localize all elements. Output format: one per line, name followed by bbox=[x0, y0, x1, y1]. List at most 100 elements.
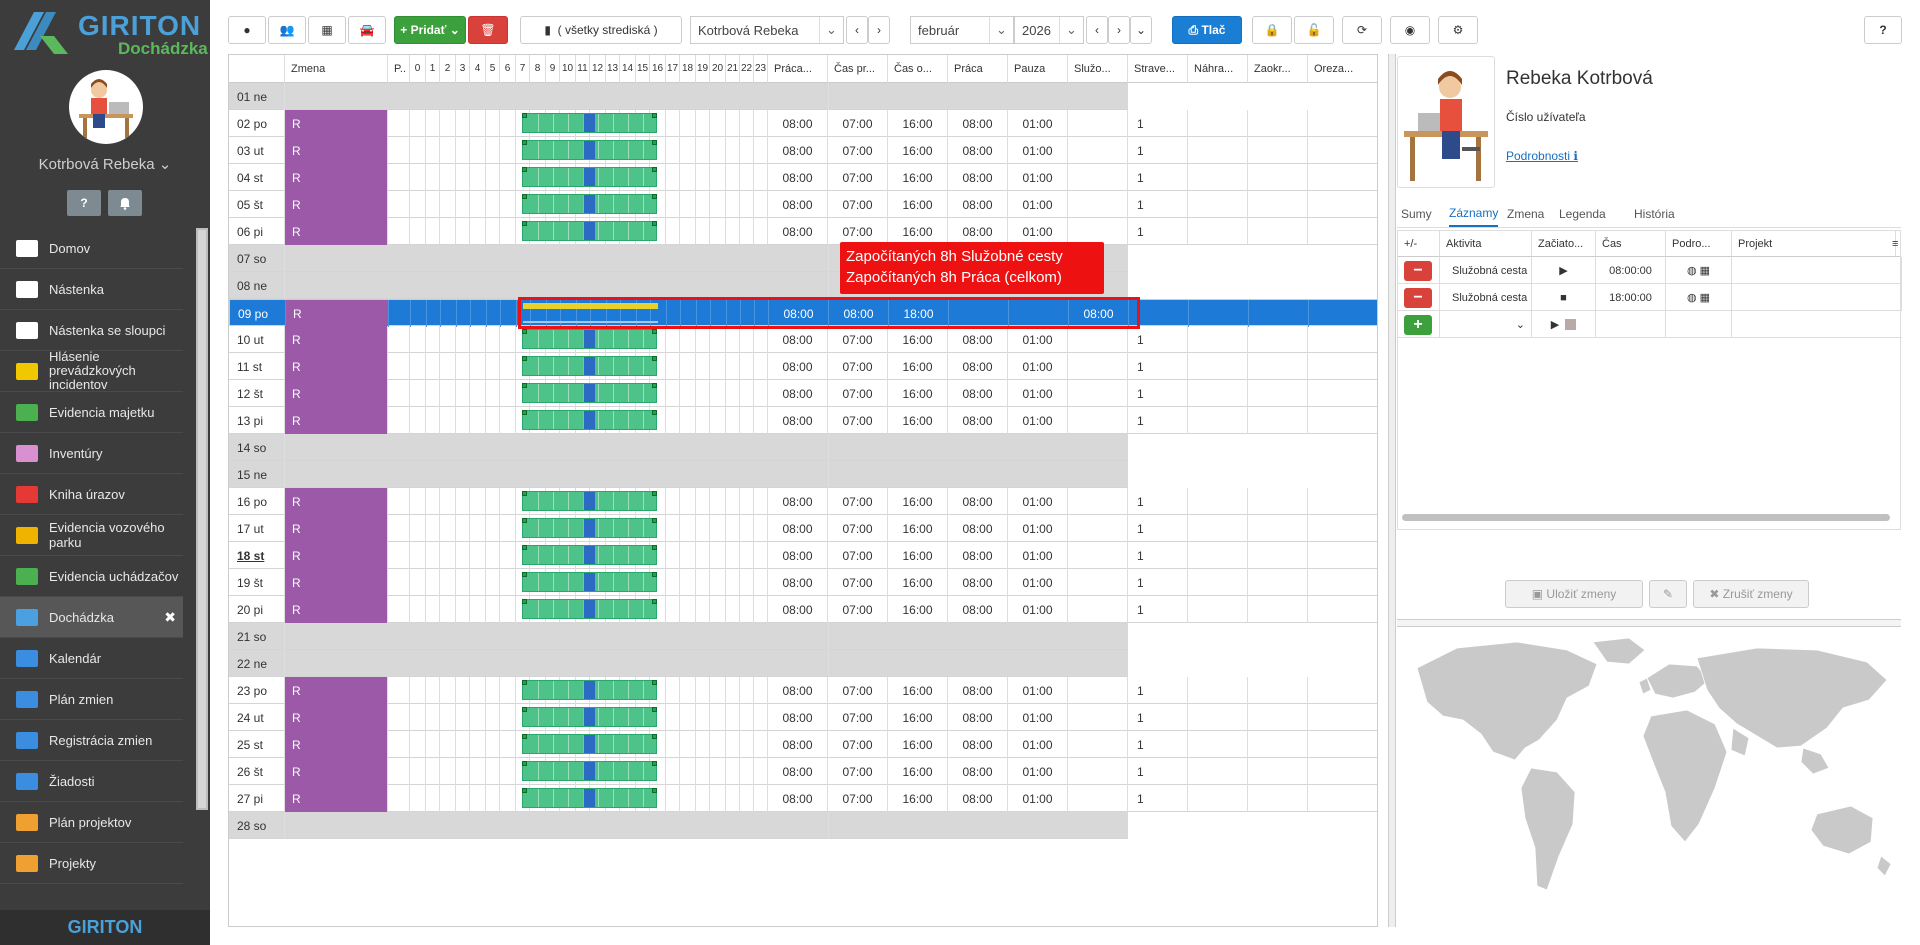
vertical-splitter[interactable] bbox=[1388, 54, 1396, 927]
value-cell[interactable]: 01:00 bbox=[1008, 785, 1068, 812]
shift-cell[interactable]: R bbox=[285, 542, 388, 569]
shift-cell[interactable]: R bbox=[286, 300, 389, 327]
value-cell[interactable] bbox=[1308, 191, 1377, 218]
hour-cell[interactable] bbox=[696, 218, 710, 245]
row-date[interactable]: 11 st bbox=[229, 353, 285, 380]
brand-logo[interactable]: GIRITON Dochádzka bbox=[6, 6, 208, 58]
hour-cell[interactable] bbox=[710, 569, 726, 596]
hour-cell[interactable] bbox=[696, 191, 710, 218]
value-cell[interactable] bbox=[1068, 110, 1128, 137]
row-date[interactable]: 25 st bbox=[229, 731, 285, 758]
row-date[interactable]: 12 št bbox=[229, 380, 285, 407]
value-cell[interactable]: 08:00 bbox=[768, 407, 828, 434]
row-date[interactable]: 27 pi bbox=[229, 785, 285, 812]
hour-cell[interactable] bbox=[666, 785, 680, 812]
hour-cell[interactable] bbox=[426, 488, 440, 515]
column-header[interactable]: 3 bbox=[456, 55, 470, 83]
value-cell[interactable] bbox=[1308, 758, 1377, 785]
value-cell[interactable]: 1 bbox=[1128, 380, 1188, 407]
table-row[interactable]: 26 št R 08:00 07:00 16:00 08:00 01:00 1 bbox=[229, 758, 1377, 785]
column-header[interactable]: 13 bbox=[606, 55, 620, 83]
sidebar-item-5[interactable]: Inventúry bbox=[0, 433, 183, 474]
value-cell[interactable] bbox=[1308, 407, 1377, 434]
hour-cell[interactable] bbox=[666, 137, 680, 164]
column-header[interactable]: 2 bbox=[440, 55, 456, 83]
value-cell[interactable] bbox=[1188, 218, 1248, 245]
hour-cell[interactable] bbox=[440, 596, 456, 623]
value-cell[interactable] bbox=[1068, 569, 1128, 596]
hour-cell[interactable] bbox=[726, 407, 740, 434]
hour-cell[interactable] bbox=[726, 380, 740, 407]
value-cell[interactable]: 07:00 bbox=[828, 704, 888, 731]
column-header[interactable]: Oreza... bbox=[1308, 55, 1377, 83]
shift-cell[interactable]: R bbox=[285, 353, 388, 380]
view-button[interactable]: ◉ bbox=[1390, 16, 1430, 44]
hour-cell[interactable] bbox=[410, 218, 426, 245]
row-date[interactable]: 26 št bbox=[229, 758, 285, 785]
hour-cell[interactable] bbox=[440, 488, 456, 515]
hour-cell[interactable] bbox=[456, 407, 470, 434]
hour-cell[interactable] bbox=[410, 353, 426, 380]
hour-cell[interactable] bbox=[410, 137, 426, 164]
hour-cell[interactable] bbox=[410, 488, 426, 515]
hour-cell[interactable] bbox=[440, 137, 456, 164]
sidebar-item-0[interactable]: Domov bbox=[0, 228, 183, 269]
hour-cell[interactable] bbox=[696, 380, 710, 407]
value-cell[interactable]: 07:00 bbox=[828, 758, 888, 785]
value-cell[interactable]: 16:00 bbox=[888, 110, 948, 137]
value-cell[interactable]: 07:00 bbox=[828, 677, 888, 704]
next-employee-button[interactable]: › bbox=[868, 16, 890, 44]
hour-cell[interactable] bbox=[680, 677, 696, 704]
value-cell[interactable] bbox=[1248, 596, 1308, 623]
hour-cell[interactable] bbox=[500, 488, 516, 515]
column-header[interactable]: Služo... bbox=[1068, 55, 1128, 83]
hour-cell[interactable] bbox=[754, 380, 768, 407]
value-cell[interactable]: 1 bbox=[1128, 488, 1188, 515]
hour-cell[interactable] bbox=[486, 191, 500, 218]
hour-cell[interactable] bbox=[426, 353, 440, 380]
value-cell[interactable] bbox=[1068, 758, 1128, 785]
value-cell[interactable]: 08:00 bbox=[768, 758, 828, 785]
user-name[interactable]: Kotrbová Rebeka ⌄ bbox=[0, 155, 210, 173]
value-cell[interactable]: 1 bbox=[1128, 407, 1188, 434]
value-cell[interactable]: 16:00 bbox=[888, 785, 948, 812]
hour-cell[interactable] bbox=[740, 704, 754, 731]
value-cell[interactable] bbox=[1068, 596, 1128, 623]
value-cell[interactable]: 01:00 bbox=[1008, 542, 1068, 569]
row-date[interactable]: 02 po bbox=[229, 110, 285, 137]
value-cell[interactable]: 07:00 bbox=[828, 110, 888, 137]
hour-cell[interactable] bbox=[754, 758, 768, 785]
value-cell[interactable]: 08:00 bbox=[768, 353, 828, 380]
hour-cell[interactable] bbox=[726, 731, 740, 758]
tab-4[interactable]: História bbox=[1634, 200, 1675, 227]
hour-cell[interactable] bbox=[426, 164, 440, 191]
value-cell[interactable]: 1 bbox=[1128, 569, 1188, 596]
value-cell[interactable] bbox=[1068, 326, 1128, 353]
value-cell[interactable] bbox=[1068, 542, 1128, 569]
value-cell[interactable]: 01:00 bbox=[1008, 731, 1068, 758]
column-header[interactable]: 10 bbox=[560, 55, 576, 83]
column-header[interactable]: 21 bbox=[726, 55, 740, 83]
table-row[interactable]: 22 ne bbox=[229, 650, 1377, 677]
hour-cell[interactable] bbox=[426, 596, 440, 623]
hour-cell[interactable] bbox=[726, 785, 740, 812]
column-header[interactable]: 6 bbox=[500, 55, 516, 83]
value-cell[interactable]: 07:00 bbox=[828, 380, 888, 407]
hour-cell[interactable] bbox=[486, 380, 500, 407]
hour-cell[interactable] bbox=[426, 380, 440, 407]
shift-cell[interactable]: R bbox=[285, 515, 388, 542]
hour-cell[interactable] bbox=[426, 326, 440, 353]
month-menu-button[interactable]: ⌄ bbox=[1130, 16, 1152, 44]
value-cell[interactable] bbox=[1188, 353, 1248, 380]
hour-cell[interactable] bbox=[470, 326, 486, 353]
value-cell[interactable]: 1 bbox=[1128, 137, 1188, 164]
value-cell[interactable]: 08:00 bbox=[948, 569, 1008, 596]
hour-cell[interactable] bbox=[754, 191, 768, 218]
value-cell[interactable]: 01:00 bbox=[1008, 191, 1068, 218]
column-header[interactable]: 11 bbox=[576, 55, 590, 83]
hour-cell[interactable] bbox=[754, 515, 768, 542]
sidebar-item-4[interactable]: Evidencia majetku bbox=[0, 392, 183, 433]
hour-cell[interactable] bbox=[726, 542, 740, 569]
hour-cell[interactable] bbox=[710, 407, 726, 434]
row-date[interactable]: 19 št bbox=[229, 569, 285, 596]
